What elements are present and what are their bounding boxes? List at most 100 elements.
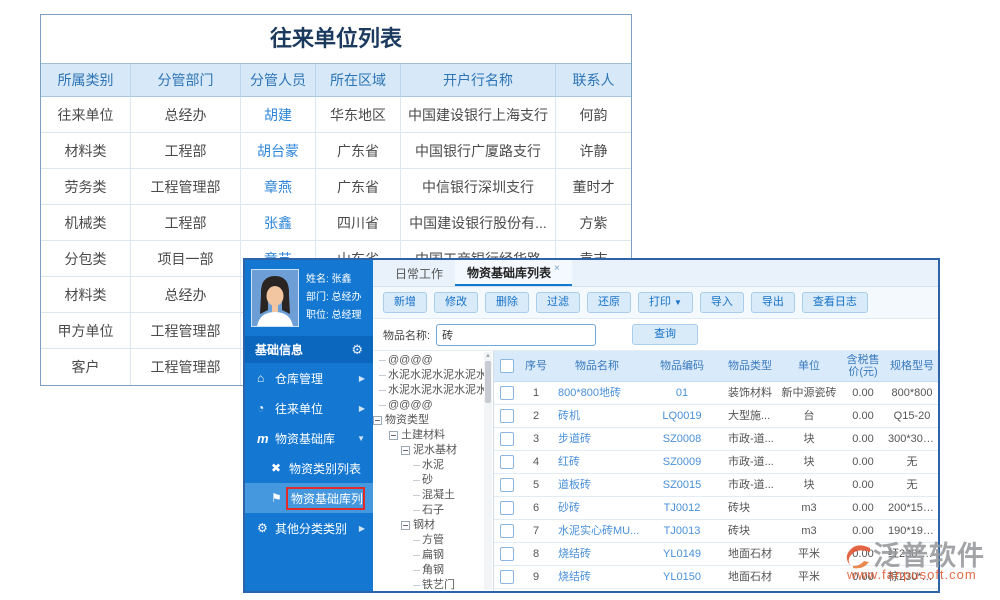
cell-no: 4 xyxy=(520,451,552,473)
print-button[interactable]: 打印▼ xyxy=(638,292,693,313)
tree-item[interactable]: 方管 xyxy=(373,533,484,548)
cell-item-name-link[interactable]: 砂砖 xyxy=(552,497,642,519)
column-header: 物品类型 xyxy=(722,360,778,372)
collapse-icon[interactable] xyxy=(373,416,382,425)
tree-item[interactable]: 混凝土 xyxy=(373,488,484,503)
cell-item-code-link[interactable]: TJ0012 xyxy=(642,497,722,519)
cell-no: 10 xyxy=(520,589,552,591)
cell-item-code-link[interactable]: TJ0013 xyxy=(642,520,722,542)
tree-item[interactable]: 水泥 xyxy=(373,458,484,473)
cell-item-code-link[interactable]: LQ0019 xyxy=(642,405,722,427)
cell-item-name-link[interactable]: 烧结砖 xyxy=(552,543,642,565)
query-button[interactable]: 查询 xyxy=(632,324,698,345)
cell-item-code-link[interactable]: SZ0009 xyxy=(642,451,722,473)
table-row: 2 砖机 LQ0019 大型施... 台 0.00 Q15-20 xyxy=(494,405,938,428)
close-icon[interactable]: × xyxy=(554,263,560,274)
row-checkbox[interactable] xyxy=(500,570,514,584)
table-row: 材料类 工程部 胡台蒙 广东省 中国银行广厦路支行 许静 xyxy=(41,133,631,169)
tree-item[interactable]: @@@@ xyxy=(373,398,484,413)
sidebar-header-basic-info[interactable]: 基础信息 ⚙ xyxy=(245,336,373,363)
cell-item-type: 市政-道... xyxy=(722,451,778,473)
cell-category: 分包类 xyxy=(41,241,131,277)
tab-material-base-list[interactable]: 物资基础库列表 × xyxy=(455,260,572,286)
select-all-checkbox[interactable] xyxy=(500,359,514,373)
view-log-button[interactable]: 查看日志 xyxy=(802,292,868,313)
cell-item-type: 砖块 xyxy=(722,497,778,519)
edit-button[interactable]: 修改 xyxy=(434,292,478,313)
cell-unit: 新中源瓷砖 xyxy=(778,382,840,404)
tree-item[interactable]: 扁钢 xyxy=(373,548,484,563)
tree-item-steel[interactable]: 钢材 xyxy=(373,518,484,533)
row-checkbox[interactable] xyxy=(500,478,514,492)
cell-department: 工程部 xyxy=(131,205,241,241)
collapse-icon[interactable] xyxy=(401,521,410,530)
export-button[interactable]: 导出 xyxy=(751,292,795,313)
sidebar-item-other-categories[interactable]: ⚙ 其他分类类别 ▶ xyxy=(245,513,373,543)
cell-spec: 300*300*20 xyxy=(886,428,938,450)
cell-item-name-link[interactable]: 烧结砖 xyxy=(552,566,642,588)
row-checkbox[interactable] xyxy=(500,386,514,400)
add-button[interactable]: 新增 xyxy=(383,292,427,313)
cell-price: 0.00 xyxy=(840,520,886,542)
cell-person-link[interactable]: 章燕 xyxy=(241,169,316,205)
cell-unit: 块 xyxy=(778,474,840,496)
tree-item[interactable]: 水泥水泥水泥水泥水泥水泥 xyxy=(373,383,484,398)
cell-item-name-link[interactable]: 道板砖 xyxy=(552,474,642,496)
column-header: 所在区域 xyxy=(316,64,401,97)
tree-item-material-type[interactable]: 物资类型 xyxy=(373,413,484,428)
row-checkbox[interactable] xyxy=(500,524,514,538)
column-header: 分管人员 xyxy=(241,64,316,97)
scroll-up-icon[interactable]: ▲ xyxy=(484,352,492,360)
tree-item[interactable]: 砂 xyxy=(373,473,484,488)
cell-item-code-link[interactable]: YL0150 xyxy=(642,566,722,588)
cell-item-name-link[interactable]: 砖机 xyxy=(552,405,642,427)
cell-price: 0.00 xyxy=(840,474,886,496)
row-checkbox[interactable] xyxy=(500,501,514,515)
cell-item-code-link[interactable]: 01 xyxy=(642,382,722,404)
sidebar-item-warehouse[interactable]: ⌂ 仓库管理 ▶ xyxy=(245,363,373,393)
import-button[interactable]: 导入 xyxy=(700,292,744,313)
tree-item[interactable]: 铁艺门 xyxy=(373,578,484,591)
cell-person-link[interactable]: 胡建 xyxy=(241,97,316,133)
tree-item[interactable]: @@@@ xyxy=(373,353,484,368)
tree-item[interactable]: 角钢 xyxy=(373,563,484,578)
gear-icon[interactable]: ⚙ xyxy=(351,342,363,358)
cell-bank: 中国建设银行上海支行 xyxy=(401,97,556,133)
cell-department: 工程管理部 xyxy=(131,349,241,385)
tab-daily-work[interactable]: 日常工作 xyxy=(383,260,455,286)
cell-item-code-link[interactable]: SZ0015 xyxy=(642,474,722,496)
cell-item-code-link[interactable]: SZ0008 xyxy=(642,428,722,450)
sidebar-item-contacts[interactable]: ◔ 往来单位 ▶ xyxy=(245,393,373,423)
cell-item-name-link[interactable]: 800*800地砖 xyxy=(552,382,642,404)
row-checkbox[interactable] xyxy=(500,547,514,561)
cell-item-code-link[interactable]: YL0172 xyxy=(642,589,722,591)
delete-button[interactable]: 删除 xyxy=(485,292,529,313)
tree-item[interactable]: 石子 xyxy=(373,503,484,518)
scrollbar-thumb[interactable] xyxy=(485,361,491,403)
row-checkbox[interactable] xyxy=(500,409,514,423)
tree-item-masonry-base[interactable]: 泥水基材 xyxy=(373,443,484,458)
item-name-input[interactable] xyxy=(436,324,596,346)
row-checkbox[interactable] xyxy=(500,455,514,469)
restore-button[interactable]: 还原 xyxy=(587,292,631,313)
tree-scrollbar[interactable]: ▲ xyxy=(484,352,492,590)
cell-person-link[interactable]: 张鑫 xyxy=(241,205,316,241)
filter-button[interactable]: 过滤 xyxy=(536,292,580,313)
cell-item-name-link[interactable]: 步道砖 xyxy=(552,428,642,450)
cell-item-name-link[interactable]: 水泥实心砖MU... xyxy=(552,520,642,542)
tree-item-civil-materials[interactable]: 土建材料 xyxy=(373,428,484,443)
cell-item-name-link[interactable]: 劈开砖 xyxy=(552,589,642,591)
cell-item-code-link[interactable]: YL0149 xyxy=(642,543,722,565)
sidebar-item-material-base[interactable]: m 物资基础库 ▼ xyxy=(245,423,373,453)
sidebar-item-material-category-list[interactable]: ✖ 物资类别列表 xyxy=(245,453,373,483)
sidebar-item-material-base-list[interactable]: ⚑ 物资基础库列表 xyxy=(245,483,373,513)
cell-price: 0.00 xyxy=(840,382,886,404)
collapse-icon[interactable] xyxy=(401,446,410,455)
avatar xyxy=(251,269,299,327)
collapse-icon[interactable] xyxy=(389,431,398,440)
cell-item-name-link[interactable]: 红砖 xyxy=(552,451,642,473)
table-row: 往来单位 总经办 胡建 华东地区 中国建设银行上海支行 何韵 xyxy=(41,97,631,133)
row-checkbox[interactable] xyxy=(500,432,514,446)
tree-item[interactable]: 水泥水泥水泥水泥水泥水泥 xyxy=(373,368,484,383)
cell-person-link[interactable]: 胡台蒙 xyxy=(241,133,316,169)
